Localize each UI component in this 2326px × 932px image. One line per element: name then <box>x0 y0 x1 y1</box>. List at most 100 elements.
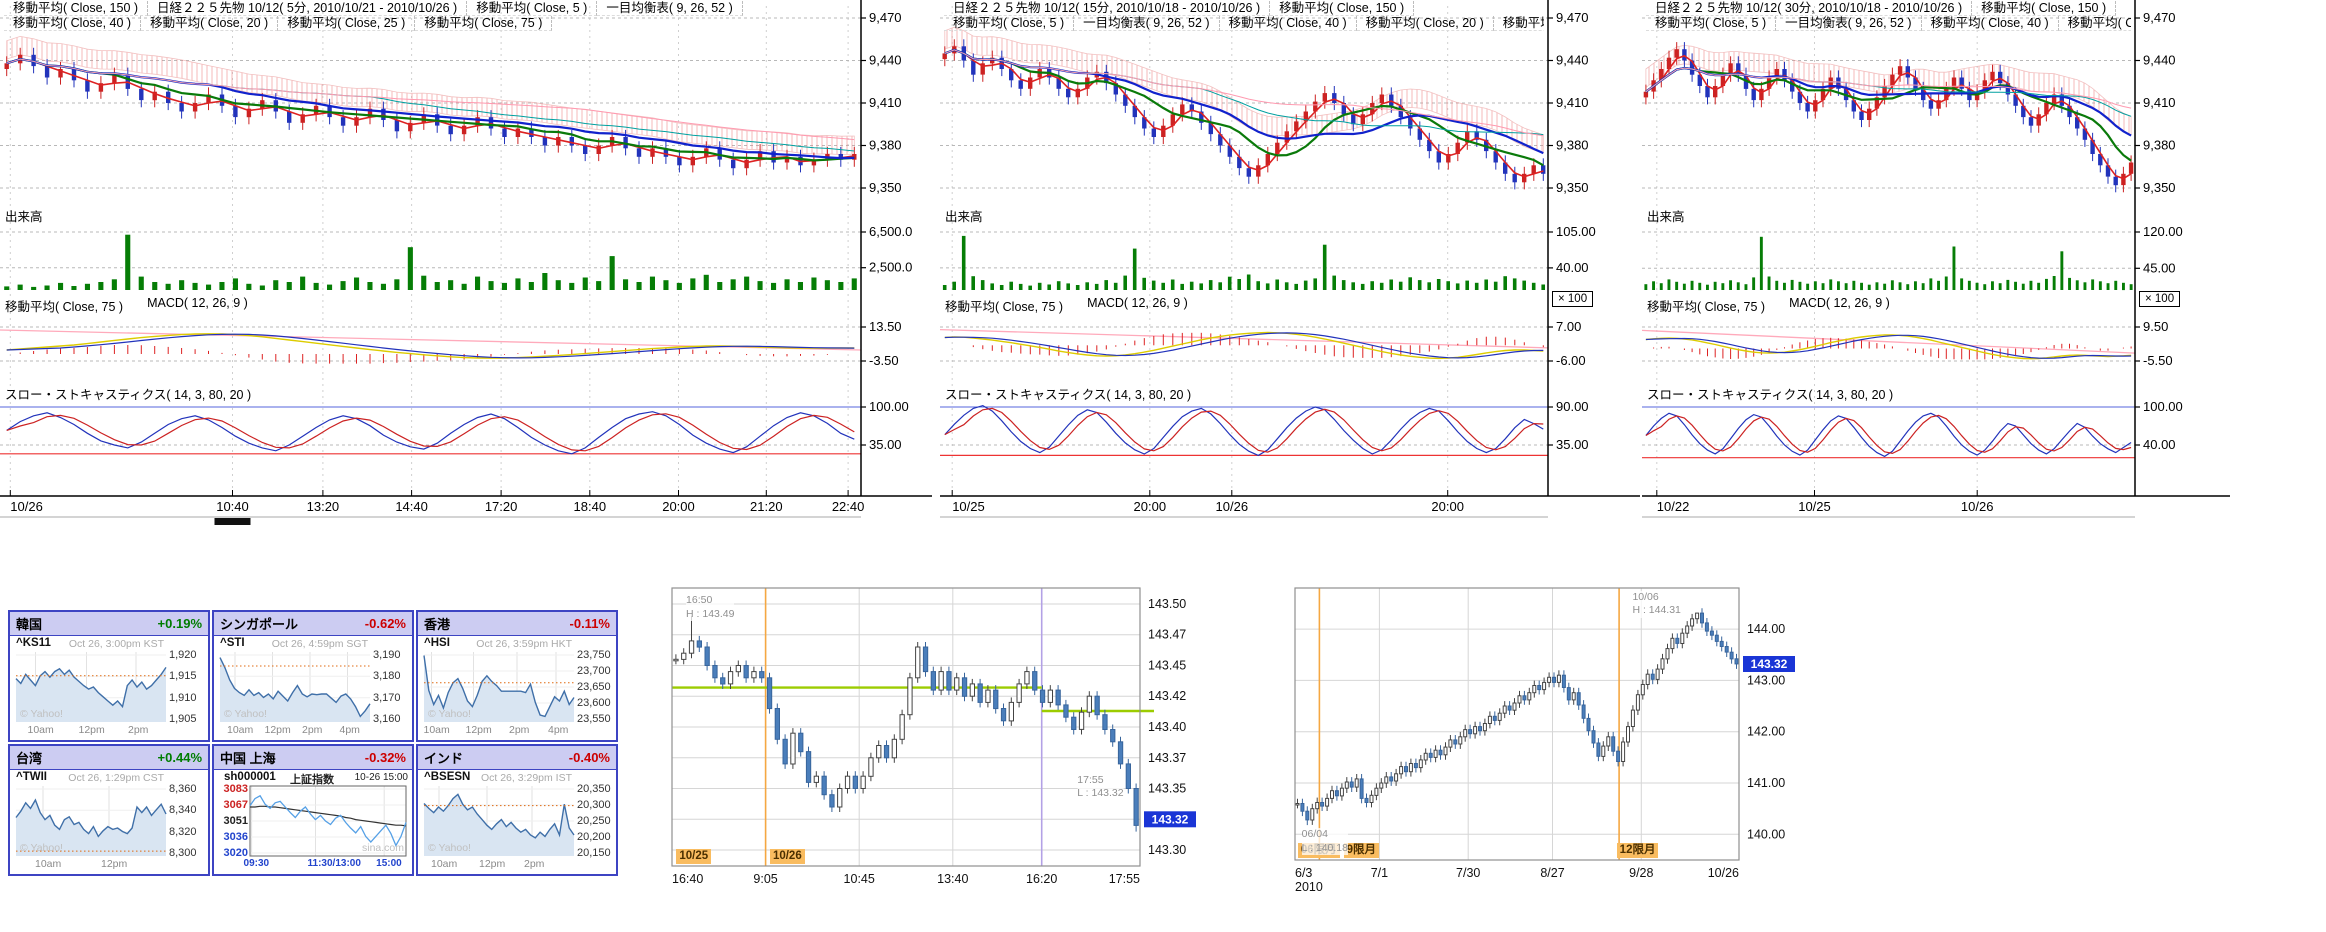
legend-item: 移動平均( Close, 75 ) <box>2059 16 2131 31</box>
x-axis-label: 12pm <box>466 724 492 736</box>
chart-canvas[interactable]: 9,4709,4409,4109,3809,3506,500.02,500.01… <box>0 0 932 528</box>
y-axis-label: 3,170 <box>373 692 401 704</box>
legend-item: 一目均衡表( 9, 26, 52 ) <box>1074 16 1219 31</box>
market-name: 香港 <box>424 614 450 633</box>
x-axis-label: 7/1 <box>1371 866 1388 880</box>
market-tile-india-bsesn[interactable]: インド-0.40%^BSESNOct 26, 3:29pm IST20,3502… <box>416 744 618 876</box>
x-axis-label: 10am <box>431 858 457 870</box>
stoch-pane-label: スロー・ストキャスティクス( 14, 3, 80, 20 ) <box>5 384 251 403</box>
annotation-line: H : 143.49 <box>686 608 734 622</box>
legend-item: 移動平均( Close, 5 ) <box>944 16 1074 31</box>
daily-price-chart[interactable]: 144.00143.00142.00141.00140.006/320107/1… <box>1295 584 1873 924</box>
axis-tick-label: -3.50 <box>869 353 899 368</box>
index-name-label: 上証指数 <box>290 771 334 787</box>
chart-canvas[interactable]: 9,4709,4409,4109,3809,350120.0045.009.50… <box>1642 0 2230 528</box>
market-name: 韓国 <box>16 614 42 633</box>
legend-item: 移動平均( Close, 75 ) <box>1494 16 1544 31</box>
macd-pane-label: 移動平均( Close, 75 )MACD( 12, 26, 9 ) <box>1647 296 1890 315</box>
market-tile-hongkong-hsi[interactable]: 香港-0.11%^HSIOct 26, 3:59pm HKT23,75023,7… <box>416 610 618 742</box>
axis-tick-label: 40.00 <box>1556 260 1589 275</box>
macd-legend-item: MACD( 12, 26, 9 ) <box>1087 296 1188 315</box>
legend-item: 移動平均( Close, 5 ) <box>1646 16 1776 31</box>
legend-item: 移動平均( Close, 150 ) <box>1270 1 1414 16</box>
y-axis-label: 1,915 <box>169 670 197 682</box>
axis-tick-label: 9,350 <box>2143 180 2176 195</box>
y-axis-label: 20,150 <box>577 847 611 859</box>
contract-date-badge: 10/26 <box>770 849 805 864</box>
scrollbar-thumb[interactable] <box>215 518 251 525</box>
chart-canvas[interactable]: 144.00143.00142.00141.00140.006/320107/1… <box>1295 584 1873 912</box>
nikkei-5min-chart-window[interactable]: 9,4709,4409,4109,3809,3506,500.02,500.01… <box>0 0 932 528</box>
market-symbol: ^HSI <box>424 637 450 649</box>
x-axis-label: 12pm <box>79 724 105 736</box>
x-axis-label: 20:00 <box>1431 499 1464 514</box>
axis-tick-label: 9,410 <box>2143 95 2176 110</box>
y-axis-label: 142.00 <box>1747 725 1785 739</box>
macd-legend-item: 移動平均( Close, 75 ) <box>945 296 1063 315</box>
y-axis-label: 8,340 <box>169 804 197 816</box>
market-change-percent: +0.19% <box>158 616 202 631</box>
market-tile-header: 香港-0.11% <box>418 612 616 636</box>
y-axis-label: 143.30 <box>1148 843 1186 857</box>
legend-item: 日経２２５先物 10/12( 5分, 2010/10/21 - 2010/10/… <box>148 1 467 16</box>
x-axis-label: 4pm <box>548 724 568 736</box>
y-axis-label: 8,300 <box>169 847 197 859</box>
x-axis-label: 7/30 <box>1456 866 1480 880</box>
macd-pane-label: 移動平均( Close, 75 ) MACD( 12, 26, 9 ) <box>945 296 1188 315</box>
legend-item: 移動平均( Close, 150 ) <box>4 1 148 16</box>
x-axis-label: 18:40 <box>574 499 607 514</box>
market-tile-china-shanghai[interactable]: 中国 上海-0.32%sh000001上証指数10-26 15:00308330… <box>212 744 414 876</box>
y-axis-label: 23,700 <box>577 665 611 677</box>
x-axis-label: 13:40 <box>937 872 968 886</box>
legend-item: 移動平均( Close, 150 ) <box>1972 1 2116 16</box>
market-tile-taiwan-twii[interactable]: 台湾+0.44%^TWIIOct 26, 1:29pm CST8,3608,34… <box>8 744 210 876</box>
market-tile-korea-kospi[interactable]: 韓国+0.19%^KS11Oct 26, 3:00pm KST1,9201,91… <box>8 610 210 742</box>
x-axis-label: 10am <box>35 858 61 870</box>
annotation-line: 17:55 <box>1077 774 1123 788</box>
chart-legend-row: 移動平均( Close, 5 )一目均衡表( 9, 26, 52 )移動平均( … <box>1646 16 2131 31</box>
axis-tick-label: 9,380 <box>869 138 902 153</box>
x-axis-label: 10:40 <box>216 499 249 514</box>
x-axis-label: 11:30/13:00 <box>308 858 361 869</box>
axis-tick-label: 120.00 <box>2143 224 2183 239</box>
x-axis-label: 20:00 <box>1134 499 1167 514</box>
market-symbol: ^BSESN <box>424 771 470 783</box>
y-axis-label: 143.00 <box>1747 673 1785 687</box>
market-tile-body: sh000001上証指数10-26 15:0030833067305130363… <box>214 770 412 875</box>
legend-item: 移動平均( Close, 20 ) <box>1357 16 1494 31</box>
stochastics-label: スロー・ストキャスティクス( 14, 3, 80, 20 ) <box>945 384 1191 403</box>
market-timestamp: Oct 26, 1:29pm CST <box>68 772 164 784</box>
axis-tick-label: 9,410 <box>869 95 902 110</box>
y-axis-label: 143.45 <box>1148 659 1186 673</box>
volume-label: 出来高 <box>5 206 43 225</box>
market-name: シンガポール <box>220 614 298 633</box>
y-axis-label: 3,190 <box>373 649 401 661</box>
last-price-marker: 143.32 <box>1751 657 1788 671</box>
macd-pane-label: 移動平均( Close, 75 )MACD( 12, 26, 9 ) <box>5 296 248 315</box>
macd-legend-item: MACD( 12, 26, 9 ) <box>147 296 248 315</box>
market-tile-header: 韓国 +0.19% <box>10 612 208 636</box>
chart-canvas[interactable]: 143.50143.47143.45143.42143.40143.37143.… <box>672 584 1254 918</box>
x-axis-label: 16:20 <box>1026 872 1057 886</box>
x-axis-label: 13:20 <box>307 499 340 514</box>
market-timestamp: Oct 26, 3:29pm IST <box>481 772 572 784</box>
market-tile-singapore-sti[interactable]: シンガポール-0.62%^STIOct 26, 4:59pm SGT3,1903… <box>212 610 414 742</box>
market-symbol: ^TWII <box>16 771 47 783</box>
nikkei-30min-chart-window[interactable]: 9,4709,4409,4109,3809,350120.0045.009.50… <box>1642 0 2230 528</box>
chart-canvas[interactable]: 9,4709,4409,4109,3809,350105.0040.007.00… <box>940 0 1640 528</box>
legend-item: 日経２２５先物 10/12( 30分, 2010/10/18 - 2010/10… <box>1646 1 1972 16</box>
y-axis-label: 23,550 <box>577 713 611 725</box>
stoch-pane-label: スロー・ストキャスティクス( 14, 3, 80, 20 ) <box>945 384 1191 403</box>
market-tile-body: ^HSIOct 26, 3:59pm HKT23,75023,70023,650… <box>418 636 616 741</box>
x-axis-label: 10/26 <box>1708 866 1739 880</box>
annotation-line: 06/04 <box>1302 828 1348 842</box>
y-axis-label: 20,300 <box>577 799 611 811</box>
x-axis-label: 10/22 <box>1657 499 1690 514</box>
intraday-price-chart[interactable]: 143.50143.47143.45143.42143.40143.37143.… <box>672 584 1254 920</box>
x-axis-label: 09:30 <box>244 858 270 869</box>
x-axis-label: 10/26 <box>10 499 43 514</box>
nikkei-15min-chart-window[interactable]: 9,4709,4409,4109,3809,350105.0040.007.00… <box>940 0 1640 528</box>
x-axis-label: 2pm <box>524 858 544 870</box>
axis-tick-label: 40.00 <box>2143 437 2176 452</box>
y-axis-label: 20,250 <box>577 815 611 827</box>
